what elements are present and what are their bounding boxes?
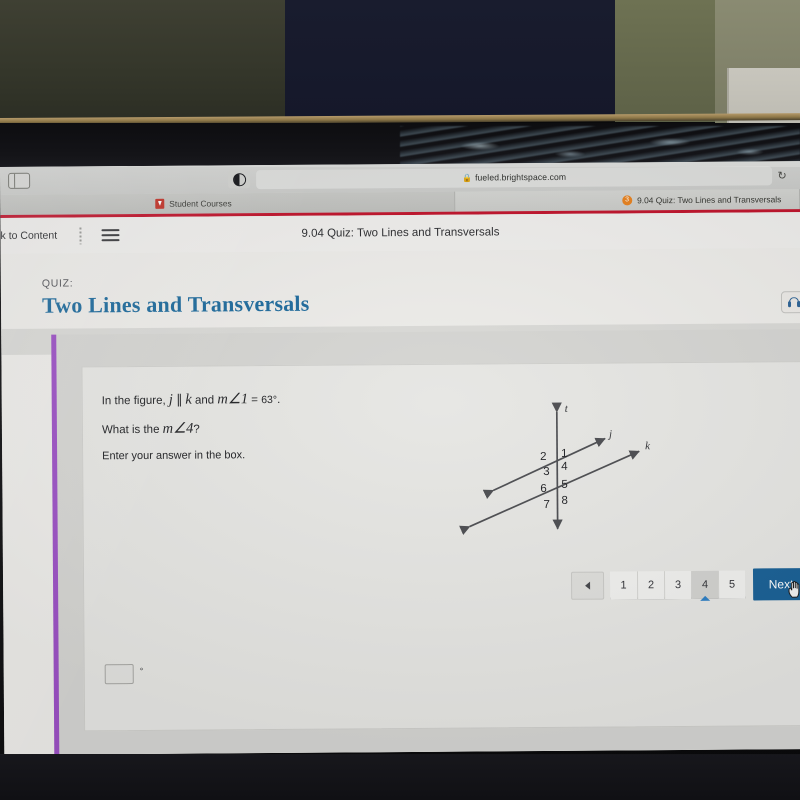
geometry-figure: t j k 2 1 3 4 6 5 7 8 [457, 397, 673, 544]
figure-label-j: j [607, 429, 612, 441]
browser-tab-label: 9.04 Quiz: Two Lines and Transversals [637, 194, 782, 206]
figure-label-t: t [565, 403, 569, 415]
figure-angle-2: 2 [540, 451, 546, 463]
measure-angle-1: m∠1 [217, 391, 249, 408]
page-number-2[interactable]: 2 [636, 571, 665, 600]
contrast-toggle-icon[interactable] [228, 170, 251, 189]
variable-j: j [168, 391, 173, 408]
equals-symbol: = [251, 394, 259, 407]
question-line-2: What is the m∠4? [102, 421, 200, 439]
figure-angle-3: 3 [543, 466, 549, 478]
address-bar[interactable]: 🔒 fueled.brightspace.com [256, 165, 773, 189]
browser-tab-quiz[interactable]: 3 9.04 Quiz: Two Lines and Transversals [455, 189, 800, 212]
figure-angle-1: 1 [561, 448, 567, 460]
orange-badge-icon: 3 [622, 195, 633, 206]
read-aloud-button[interactable] [780, 291, 800, 314]
period: . [277, 393, 281, 406]
pointing-hand-cursor-icon [788, 580, 800, 598]
question-inner-panel [81, 361, 800, 732]
figure-label-k: k [645, 440, 651, 452]
quiz-eyebrow-label: QUIZ: [41, 277, 74, 290]
page-title: 9.04 Quiz: Two Lines and Transversals [301, 226, 500, 240]
angle-1-value: 63° [261, 393, 278, 407]
room-dark-panel [285, 0, 615, 120]
lock-icon: 🔒 [462, 173, 473, 183]
parallel-symbol: ∥ [176, 391, 183, 407]
laptop-bottom-bezel [0, 754, 800, 800]
figure-angle-6: 6 [540, 483, 546, 495]
browser-tab-label: Student Courses [169, 198, 232, 209]
question-line-1: In the figure, j ∥ k and m∠1 = 63°. [102, 391, 281, 409]
url-text: fueled.brightspace.com [475, 171, 567, 183]
page-number-list: 1 2 3 4 5 [609, 570, 746, 600]
degree-unit-label: ° [139, 665, 144, 676]
figure-angle-4: 4 [561, 461, 568, 473]
quiz-title: Two Lines and Transversals [41, 290, 310, 318]
line-t-transversal [551, 402, 563, 530]
figure-angle-5: 5 [561, 479, 567, 491]
transversal-diagram-svg: t j k 2 1 3 4 6 5 7 8 [459, 402, 651, 536]
question-instruction: Enter your answer in the box. [102, 449, 246, 463]
previous-page-button[interactable] [570, 571, 605, 600]
question-mark: ? [193, 423, 200, 436]
app-header: 9.04 Quiz: Two Lines and Transversals k … [0, 212, 800, 254]
sidebar-toggle-icon[interactable] [8, 172, 31, 189]
laptop-screen: 🔒 fueled.brightspace.com ↻ Student Cours… [0, 161, 800, 755]
figure-angle-7: 7 [543, 499, 549, 511]
page-number-1[interactable]: 1 [609, 571, 638, 600]
brightspace-shield-icon [155, 198, 165, 209]
question-line1-and: and [194, 394, 215, 407]
line-j [482, 437, 606, 499]
answer-input[interactable] [104, 664, 134, 685]
page-number-5[interactable]: 5 [717, 570, 746, 599]
figure-angle-8: 8 [561, 495, 567, 507]
measure-angle-4: m∠4 [162, 420, 194, 437]
screen-glare-highlights [420, 128, 800, 166]
page-number-4[interactable]: 4 [690, 570, 719, 599]
reload-icon[interactable]: ↻ [772, 169, 792, 182]
page-number-3[interactable]: 3 [663, 570, 692, 600]
contrast-circle-glyph [232, 172, 246, 186]
variable-k: k [185, 391, 192, 408]
question-line2-prefix: What is the [101, 423, 160, 437]
room-wall-left [0, 0, 285, 122]
headphones-icon [787, 296, 800, 308]
question-line1-prefix: In the figure, [101, 394, 166, 408]
triangle-left-icon [585, 581, 591, 590]
room-wall-right [615, 0, 730, 122]
